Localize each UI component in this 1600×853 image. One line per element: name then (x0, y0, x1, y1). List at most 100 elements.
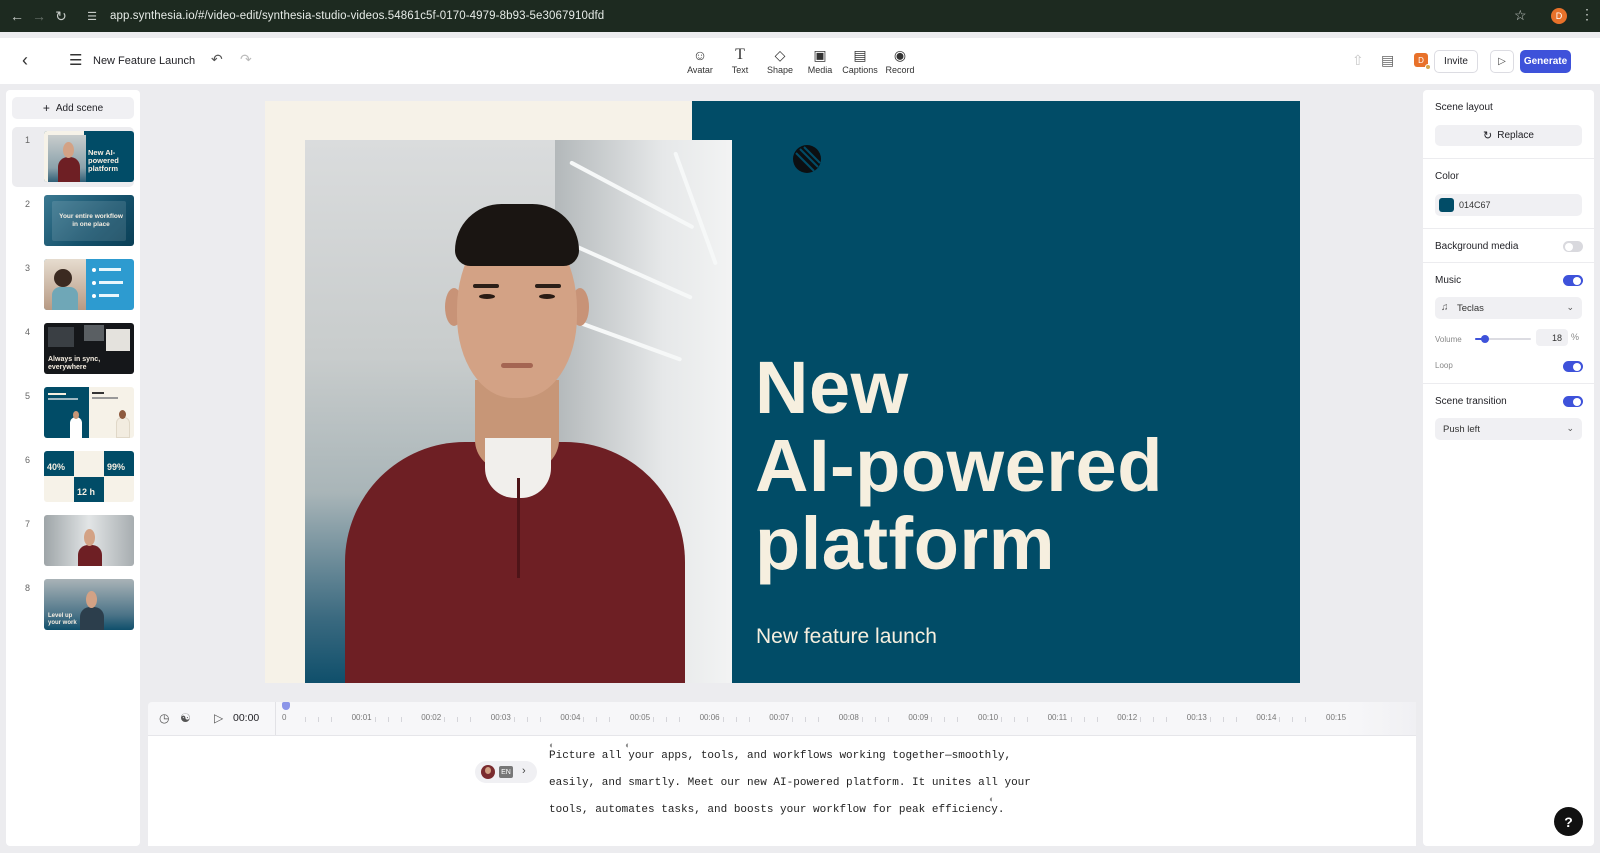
scene-item-7[interactable]: 7 (12, 511, 134, 571)
pause-marker-icon[interactable]: ◐ (625, 740, 630, 750)
scene-item-8[interactable]: 8 Level up your work (12, 575, 134, 635)
color-swatch[interactable] (1439, 198, 1454, 212)
scene-headline[interactable]: New AI-powered platform (755, 349, 1163, 583)
timeline-tick (331, 717, 332, 722)
replace-layout-button[interactable]: ↻ Replace (1435, 125, 1582, 146)
toolbar-record-button[interactable]: ◉ Record (878, 46, 922, 75)
scene-thumbnail: Always in sync, everywhere (44, 323, 134, 374)
play-icon: ▷ (1498, 56, 1506, 67)
browser-reload-icon[interactable]: ↻ (50, 8, 72, 25)
script-line[interactable]: Picture all your apps, tools, and workfl… (549, 750, 1011, 762)
invite-button[interactable]: Invite (1434, 50, 1478, 73)
generate-button[interactable]: Generate (1520, 50, 1571, 73)
script-line[interactable]: tools, automates tasks, and boosts your … (549, 804, 1004, 816)
browser-forward-icon[interactable]: → (28, 8, 50, 24)
scene-transition-toggle[interactable] (1563, 396, 1583, 407)
replace-label: Replace (1497, 130, 1534, 141)
record-icon: ◉ (893, 47, 907, 63)
timeline-tick (1235, 717, 1237, 722)
gesture-marker-icon[interactable]: ◐ (989, 794, 994, 804)
user-avatar[interactable]: D (1414, 53, 1431, 70)
music-toggle[interactable] (1563, 275, 1583, 286)
timeline-tick (1014, 717, 1015, 722)
notes-icon[interactable]: ▤ (1381, 52, 1394, 69)
transition-select[interactable]: Push left ⌄ (1435, 418, 1582, 440)
color-field[interactable]: 014C67 (1435, 194, 1582, 216)
volume-slider[interactable] (1475, 335, 1531, 343)
timeline-tick (1279, 717, 1281, 722)
script-editor[interactable]: EN › ◐ ◐ ◐ Picture all your apps, tools,… (148, 735, 1416, 846)
scene-item-1[interactable]: 1 New AI-powered platform (12, 127, 134, 187)
add-scene-button[interactable]: + Add scene (12, 97, 134, 119)
loop-toggle[interactable] (1563, 361, 1583, 372)
scene-canvas[interactable]: New AI-powered platform New feature laun… (265, 101, 1300, 683)
hamburger-menu-icon[interactable]: ☰ (69, 51, 82, 69)
refresh-icon: ↻ (1483, 130, 1493, 142)
timeline-tick (1140, 717, 1142, 722)
timeline-tick (318, 717, 319, 722)
scene-item-3[interactable]: 3 (12, 255, 134, 315)
timeline-play-icon[interactable]: ▷ (214, 711, 223, 725)
timeline-tick-label: 00:01 (351, 713, 372, 722)
timeline-divider (275, 702, 276, 735)
scene-item-6[interactable]: 6 40% 99% 12 h (12, 447, 134, 507)
timeline-tick-label: 00:13 (1186, 713, 1207, 722)
video-title[interactable]: New Feature Launch (93, 55, 195, 67)
presence-dot (1425, 64, 1431, 70)
scene-subtitle[interactable]: New feature launch (756, 625, 937, 649)
scene-item-4[interactable]: 4 Always in sync, everywhere (12, 319, 134, 379)
scene-thumbnail-caption: Your entire workflow in one place (59, 213, 123, 228)
timeline-bar: ◷ ☯ ▷ 00:00 0 00:01 00:02 00:03 00:04 00:05 00… (148, 702, 1416, 735)
timeline-tick (596, 717, 598, 722)
toolbar-record-label: Record (885, 65, 915, 75)
undo-icon[interactable]: ↶ (211, 51, 223, 68)
upload-cloud-icon[interactable]: ⇧ (1352, 52, 1364, 69)
back-arrow-icon[interactable]: ‹ (22, 50, 28, 71)
timeline-tick (792, 717, 794, 722)
toolbar-captions-button[interactable]: ▤ Captions (838, 46, 882, 75)
toolbar-media-button[interactable]: ▣ Media (798, 46, 842, 75)
browser-profile-avatar[interactable]: D (1551, 8, 1567, 24)
browser-back-icon[interactable]: ← (6, 8, 28, 24)
volume-input[interactable]: 18 (1536, 329, 1568, 346)
toolbar-text-button[interactable]: T Text (718, 46, 762, 75)
site-info-icon[interactable]: ☰ (84, 8, 100, 24)
clock-icon[interactable]: ◷ (159, 711, 169, 725)
toolbar-avatar-button[interactable]: ☺ Avatar (678, 46, 722, 75)
stat-label: 40% (47, 462, 66, 472)
scene-item-5[interactable]: 5 (12, 383, 134, 443)
voice-selector[interactable]: EN › (475, 761, 537, 783)
timeline-tick (444, 717, 446, 722)
timeline-tick (470, 717, 472, 722)
chevron-down-icon: ⌄ (1566, 302, 1574, 312)
music-track-select[interactable]: ♫ Teclas ⌄ (1435, 297, 1582, 319)
voice-icon[interactable]: ☯ (180, 711, 191, 725)
scene-thumbnail (44, 515, 134, 566)
help-button[interactable]: ? (1554, 807, 1583, 836)
timeline-tick (944, 717, 946, 722)
address-bar[interactable]: app.synthesia.io/#/video-edit/synthesia-… (110, 10, 604, 22)
scene-number: 5 (25, 391, 31, 401)
browser-menu-icon[interactable]: ⋮ (1580, 6, 1594, 23)
avatar-presenter (345, 180, 685, 683)
bookmark-star-icon[interactable]: ☆ (1514, 7, 1527, 24)
preview-play-button[interactable]: ▷ (1490, 50, 1514, 73)
toolbar-shape-button[interactable]: ◇ Shape (758, 46, 802, 75)
timeline-tick-label: 00:04 (560, 713, 581, 722)
volume-handle[interactable] (1481, 335, 1489, 343)
pause-marker-icon[interactable]: ◐ (549, 740, 554, 750)
timeline-tick (1070, 717, 1072, 722)
background-media-toggle[interactable] (1563, 241, 1583, 252)
headline-line-1: New (755, 346, 909, 429)
timeline-tick (400, 717, 402, 722)
text-icon: T (735, 46, 745, 63)
timeline-tick (679, 717, 680, 722)
redo-icon[interactable]: ↷ (240, 51, 252, 68)
avatar-video-frame[interactable] (305, 140, 732, 683)
scene-item-2[interactable]: 2 Your entire workflow in one place (12, 191, 134, 251)
scene-thumbnail-caption: Always in sync, everywhere (48, 356, 101, 371)
background-media-label: Background media (1435, 241, 1519, 252)
script-line[interactable]: easily, and smartly. Meet our new AI-pow… (549, 777, 1031, 789)
voice-language-badge: EN (499, 766, 513, 778)
playhead-handle[interactable] (282, 702, 290, 710)
